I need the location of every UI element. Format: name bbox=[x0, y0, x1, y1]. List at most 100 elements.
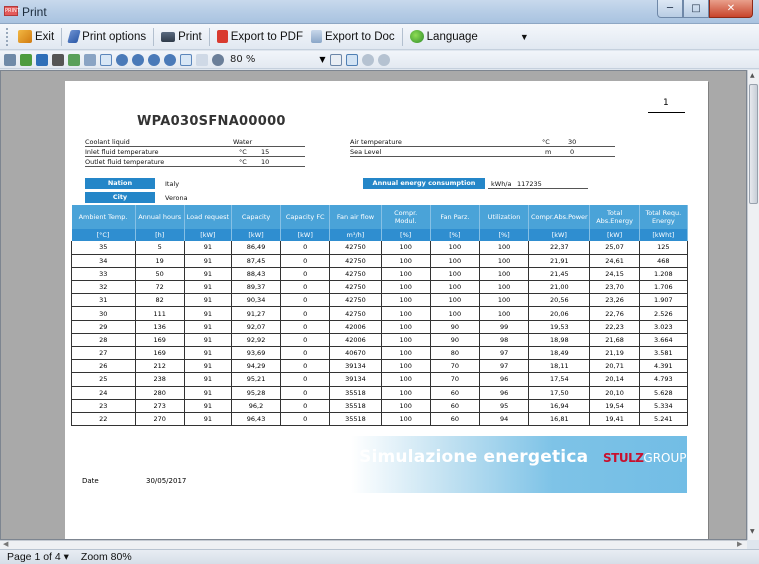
preview-viewport[interactable]: 1 WPA030SFNA00000 Coolant liquid Water I… bbox=[0, 70, 747, 540]
table-cell: 31 bbox=[71, 293, 136, 308]
table-cell: 91 bbox=[184, 333, 232, 348]
table-cell: 60 bbox=[430, 386, 480, 400]
table-cell: 100 bbox=[381, 399, 431, 413]
export-icon[interactable] bbox=[68, 53, 80, 66]
table-cell: 91 bbox=[184, 267, 232, 282]
back-icon[interactable] bbox=[361, 53, 374, 66]
page-layout-icon[interactable] bbox=[345, 53, 358, 66]
table-cell: 26 bbox=[71, 359, 136, 374]
export-pdf-button[interactable]: Export to PDF bbox=[213, 27, 307, 47]
exit-button[interactable]: Exit bbox=[14, 27, 58, 47]
vertical-scrollbar[interactable]: ▲ ▼ bbox=[747, 70, 759, 540]
table-cell: 100 bbox=[381, 241, 431, 255]
table-cell: 91 bbox=[184, 372, 232, 387]
table-cell: 100 bbox=[479, 267, 530, 282]
table-cell: 1.706 bbox=[639, 280, 689, 295]
scroll-right-icon[interactable]: ▶ bbox=[737, 540, 742, 548]
zoom-combo[interactable]: 80 % bbox=[230, 54, 255, 65]
city-value: Verona bbox=[165, 194, 188, 202]
page-selector[interactable]: Page 1 of 4 ▾ bbox=[7, 551, 69, 563]
table-row: 35 5 91 86,49 0 42750 100 100 100 22,37 25,07 125 bbox=[71, 241, 689, 255]
table-cell: 98 bbox=[479, 333, 530, 348]
forward-icon[interactable] bbox=[377, 53, 390, 66]
horizontal-scrollbar[interactable]: ◀ ▶ bbox=[0, 540, 747, 549]
table-cell: 90,34 bbox=[231, 293, 282, 308]
logo-sub: GROUP bbox=[643, 451, 687, 465]
zoom-page-icon[interactable] bbox=[164, 53, 176, 66]
table-cell: 100 bbox=[381, 333, 431, 348]
scroll-up-icon[interactable]: ▲ bbox=[750, 72, 755, 79]
divider bbox=[648, 112, 685, 113]
print-options-button[interactable]: Print options bbox=[65, 27, 150, 47]
close-button[interactable]: ✕ bbox=[709, 0, 753, 18]
scroll-down-icon[interactable]: ▼ bbox=[750, 528, 755, 535]
zoom-in-icon[interactable] bbox=[116, 53, 128, 66]
report-page: 1 WPA030SFNA00000 Coolant liquid Water I… bbox=[65, 81, 708, 539]
language-dropdown[interactable]: Language ▼ bbox=[406, 27, 533, 47]
open-icon[interactable] bbox=[20, 53, 32, 66]
table-cell: 100 bbox=[430, 241, 480, 255]
toolbar-grip[interactable] bbox=[6, 27, 10, 46]
table-cell: 21,19 bbox=[589, 346, 640, 361]
table-cell: 28 bbox=[71, 333, 136, 348]
minimize-button[interactable]: ─ bbox=[657, 0, 683, 18]
table-row: 31 82 91 90,34 0 42750 100 100 100 20,56 23,26 1.90… bbox=[71, 293, 689, 308]
table-icon[interactable] bbox=[36, 53, 48, 66]
zoom-out-icon[interactable] bbox=[132, 53, 144, 66]
globe-icon bbox=[409, 30, 424, 43]
column-header: Total Requ. Energy bbox=[639, 205, 689, 229]
table-cell: 18,49 bbox=[528, 346, 591, 361]
table-cell: 0 bbox=[280, 267, 331, 282]
print-icon[interactable] bbox=[4, 53, 16, 66]
column-header: Total Abs.Energy bbox=[589, 205, 640, 229]
annual-energy-unit: kWh/a bbox=[491, 180, 512, 188]
table-cell: 96,43 bbox=[231, 412, 282, 427]
table-cell: 92,07 bbox=[231, 320, 282, 334]
table-cell: 100 bbox=[381, 346, 431, 361]
app-icon: PRINT bbox=[4, 6, 20, 16]
exit-icon bbox=[18, 30, 32, 43]
zoom-icon[interactable] bbox=[212, 53, 224, 66]
export-doc-button[interactable]: Export to Doc bbox=[307, 27, 399, 47]
chevron-down-icon[interactable]: ▼ bbox=[319, 55, 325, 64]
air-temp-value: 30 bbox=[568, 138, 577, 146]
binoculars-icon[interactable] bbox=[52, 53, 64, 66]
multi-page-icon[interactable] bbox=[196, 53, 208, 66]
table-cell: 82 bbox=[135, 293, 185, 308]
table-cell: 18,11 bbox=[528, 359, 591, 374]
table-body: 35 5 91 86,49 0 42750 100 100 100 22,37 25,07 125 34… bbox=[71, 241, 689, 427]
table-cell: 95 bbox=[479, 399, 530, 413]
table-cell: 42750 bbox=[329, 293, 382, 308]
table-cell: 70 bbox=[430, 372, 480, 387]
footer-banner: Simulazione energetica STULZGROUP bbox=[351, 436, 687, 493]
scroll-thumb[interactable] bbox=[749, 84, 758, 204]
table-cell: 96 bbox=[479, 386, 530, 400]
table-cell: 238 bbox=[135, 372, 185, 387]
zoom-fit-icon[interactable] bbox=[148, 53, 160, 66]
single-page-icon[interactable] bbox=[180, 53, 192, 66]
export-pdf-label: Export to PDF bbox=[230, 30, 303, 43]
table-cell: 100 bbox=[430, 293, 480, 308]
page-icon[interactable] bbox=[84, 53, 96, 66]
table-cell: 19,53 bbox=[528, 320, 591, 334]
hand-tool-icon[interactable] bbox=[100, 53, 112, 66]
table-cell: 91 bbox=[184, 254, 232, 268]
table-cell: 16,94 bbox=[528, 399, 591, 413]
table-cell: 16,81 bbox=[528, 412, 591, 427]
maximize-button[interactable]: □ bbox=[683, 0, 709, 18]
toolbar-separator bbox=[61, 27, 63, 46]
table-cell: 169 bbox=[135, 333, 185, 348]
coolant-label: Coolant liquid bbox=[85, 138, 130, 146]
table-cell: 32 bbox=[71, 280, 136, 295]
table-cell: 0 bbox=[280, 280, 331, 295]
column-header: Load request bbox=[184, 205, 232, 229]
table-row: 24 280 91 95,28 0 35518 100 60 96 17,50 20,10 5.628 bbox=[71, 386, 689, 400]
table-cell: 39134 bbox=[329, 372, 382, 387]
table-cell: 92,92 bbox=[231, 333, 282, 348]
scroll-left-icon[interactable]: ◀ bbox=[3, 540, 8, 548]
page-number: 1 bbox=[663, 98, 669, 108]
first-page-icon[interactable] bbox=[329, 53, 342, 66]
print-button[interactable]: Print bbox=[157, 27, 206, 47]
table-cell: 91 bbox=[184, 293, 232, 308]
table-cell: 100 bbox=[430, 254, 480, 268]
